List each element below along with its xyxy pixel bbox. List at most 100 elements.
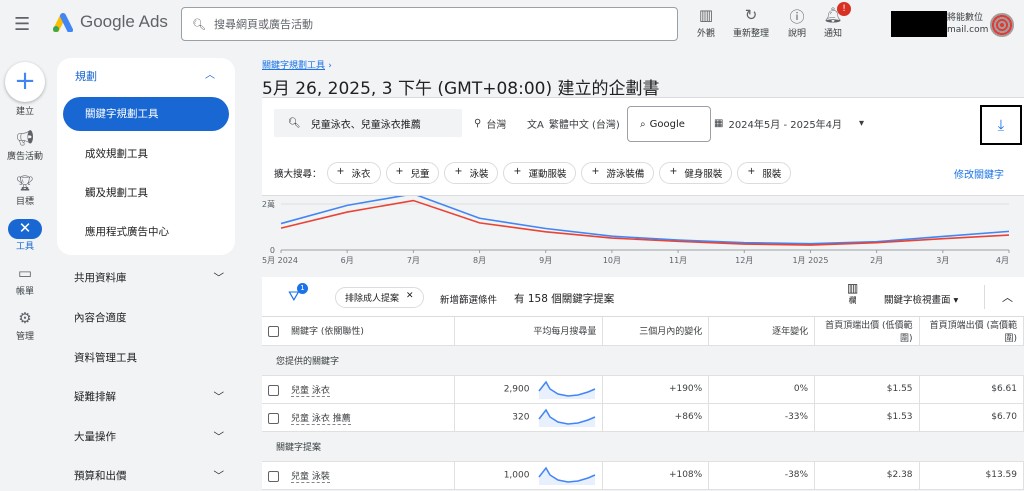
col-bid-low[interactable]: 首頁頂端出價 (低價範圍) (814, 317, 920, 346)
broaden-chip[interactable]: + 兒童 (385, 162, 440, 184)
language-value: 繁體中文 (台灣) (548, 119, 620, 131)
filter-chip-exclude-adult[interactable]: 排除成人提案 ✕ (335, 287, 424, 308)
bid-low: $1.53 (814, 403, 920, 432)
search-input[interactable]: 🔍︎ 搜尋網頁或廣告活動 (181, 7, 678, 41)
broaden-chip[interactable]: + 泳衣 (326, 162, 381, 184)
trend-sparkline (538, 466, 596, 485)
col-3month-change[interactable]: 三個月內的變化 (602, 317, 710, 346)
columns-button[interactable]: ▥ 欄 (847, 281, 858, 306)
translate-icon: 文A (527, 119, 544, 131)
nav-item-keyword-planner[interactable]: 關鍵字規劃工具 (63, 97, 229, 131)
date-range-selector[interactable]: ▦ 2024年5月 - 2025年4月 ▾ (714, 109, 864, 137)
table-row[interactable]: 兒童 泳衣 推薦 320 +86% -33% $1.53 $6.70 (262, 403, 1024, 432)
rail-goals[interactable]: 🏆︎ 目標 (0, 174, 50, 207)
x-tick-label: 2月 (870, 256, 883, 265)
y-tick-label: 0 (270, 246, 275, 255)
table-row[interactable]: 兒童 泳衣 2,900 +190% 0% $1.55 $6.61 (262, 375, 1024, 404)
nav-section-label: 內容合適度 (74, 312, 127, 324)
rail-campaigns[interactable]: 📢︎ 廣告活動 (0, 129, 50, 162)
nav-section-troubleshooting[interactable]: 疑難排解 ﹀ (74, 389, 224, 404)
planning-nav: 規劃 ︿ 關鍵字規劃工具 成效規劃工具 觸及規劃工具 應用程式廣告中心 (57, 58, 235, 255)
nav-section-label: 資料管理工具 (74, 352, 137, 364)
rail-create[interactable]: + 建立 (0, 62, 50, 117)
page-title: 5月 26, 2025, 3 下午 (GMT+08:00) 建立的企劃書 (262, 79, 660, 99)
col-keyword[interactable]: 關鍵字 (依關聯性) (291, 327, 364, 337)
nav-section-bulk-actions[interactable]: 大量操作 ﹀ (74, 429, 224, 444)
chevron-up-icon[interactable]: ︿ (205, 66, 215, 81)
nav-section-content-suitability[interactable]: 內容合適度 (74, 310, 224, 325)
col-avg-monthly[interactable]: 平均每月搜尋量 (454, 317, 604, 346)
view-label: 關鍵字檢視畫面 (884, 295, 951, 306)
broaden-chip[interactable]: + 游泳裝備 (581, 162, 655, 184)
keyword-text[interactable]: 兒童 泳裝 (291, 471, 330, 483)
rail-admin[interactable]: ⚙ 管理 (0, 309, 50, 342)
x-tick-label: 10月 (603, 256, 621, 265)
select-all-checkbox[interactable] (268, 326, 279, 338)
filter-bar: ⛛ 1 排除成人提案 ✕ 新增篩選條件 有 158 個關鍵字提案 ▥ 欄 關鍵字檢視… (262, 277, 1024, 317)
series-line-total (280, 195, 1010, 245)
col-bid-high[interactable]: 首頁頂端出價 (高價範圍) (919, 317, 1024, 346)
filter-count-badge: 1 (297, 283, 308, 294)
date-range-value: 2024年5月 - 2025年4月 (728, 119, 843, 131)
nav-section-budgets-bids[interactable]: 預算和出價 ﹀ (74, 468, 224, 483)
language-selector[interactable]: 文A 繁體中文 (台灣) (527, 109, 620, 137)
location-selector[interactable]: ⚲ 台灣 (474, 109, 506, 137)
view-selector[interactable]: 關鍵字檢視畫面 ▾ (884, 292, 958, 306)
edit-keywords-link[interactable]: 修改關鍵字 (954, 166, 1004, 181)
page-heading: 關鍵字規劃工具 › 5月 26, 2025, 3 下午 (GMT+08:00) … (262, 58, 659, 99)
account-redacted (891, 11, 947, 37)
nav-section-data-manager[interactable]: 資料管理工具 (74, 350, 224, 365)
trend-sparkline (538, 380, 596, 399)
row-checkbox[interactable] (268, 470, 279, 482)
columns-icon: ▥ (847, 281, 859, 295)
nav-section-shared-library[interactable]: 共用資料庫 ﹀ (74, 270, 224, 285)
nav-section-planning[interactable]: 規劃 (75, 68, 97, 84)
nav-section-label: 預算和出價 (74, 470, 127, 482)
nav-section-label: 共用資料庫 (74, 272, 127, 284)
rail-billing[interactable]: ▭ 帳單 (0, 264, 50, 297)
x-tick-label: 1月 2025 (792, 256, 828, 265)
bid-low: $2.38 (814, 461, 920, 490)
google-ads-logo[interactable]: Google Ads (52, 12, 168, 32)
broaden-chip[interactable]: + 健身服裝 (659, 162, 733, 184)
chevron-down-icon: ﹀ (213, 391, 225, 403)
row-checkbox[interactable] (268, 384, 279, 396)
close-icon[interactable]: ✕ (406, 291, 414, 304)
chip-label: 排除成人提案 (345, 294, 400, 304)
notification-badge: ! (837, 2, 851, 16)
tool-label: 外觀 (696, 29, 715, 39)
broaden-chip[interactable]: + 泳裝 (444, 162, 499, 184)
x-tick-label: 12月 (735, 256, 753, 265)
location-value: 台灣 (486, 119, 507, 131)
account-info[interactable]: 將能數位 mail.com (947, 12, 988, 36)
collapse-chevron-icon[interactable]: ︿ (1002, 289, 1013, 305)
col-yoy-change[interactable]: 逐年變化 (708, 317, 816, 346)
rail-label: 管理 (15, 332, 34, 342)
row-checkbox[interactable] (268, 412, 279, 424)
notifications-button[interactable]: 🔔︎! 通知 (803, 2, 863, 39)
broaden-chip[interactable]: + 服裝 (737, 162, 792, 184)
rail-tools[interactable]: ✕ 工具 (0, 219, 50, 252)
download-button[interactable]: ⤓ (980, 105, 1022, 145)
brand-name: Google Ads (80, 12, 168, 31)
dropdown-arrow-icon: ▾ (859, 117, 865, 129)
nav-item-reach-planner[interactable]: 觸及規劃工具 (63, 176, 229, 210)
tool-label: 通知 (823, 29, 842, 39)
chip-label: 兒童 (410, 169, 430, 180)
rail-label: 帳單 (15, 287, 34, 297)
menu-icon[interactable]: ☰ (14, 14, 30, 35)
broaden-chip[interactable]: + 運動服裝 (503, 162, 577, 184)
add-filter-button[interactable]: 新增篩選條件 (440, 292, 497, 306)
keyword-text[interactable]: 兒童 泳衣 (291, 385, 330, 397)
avatar[interactable] (990, 13, 1014, 37)
table-row[interactable]: 兒童 泳裝 1,000 +108% -38% $2.38 $13.59 (262, 461, 1024, 490)
keywords-input[interactable]: 🔍︎ 兒童泳衣、兒童泳衣推薦 (274, 109, 462, 137)
tool-label: 重新整理 (732, 29, 769, 39)
nav-item-app-center[interactable]: 應用程式廣告中心 (63, 215, 229, 249)
keyword-table: 關鍵字 (依關聯性) 平均每月搜尋量 三個月內的變化 逐年變化 首頁頂端出價 (… (262, 317, 1024, 490)
breadcrumb-link[interactable]: 關鍵字規劃工具 (262, 61, 325, 71)
nav-item-performance-planner[interactable]: 成效規劃工具 (63, 137, 229, 171)
search-icon: 🔍︎ (288, 117, 301, 129)
keyword-text[interactable]: 兒童 泳衣 推薦 (291, 413, 351, 425)
network-selector[interactable]: ⌕ Google (627, 106, 711, 142)
